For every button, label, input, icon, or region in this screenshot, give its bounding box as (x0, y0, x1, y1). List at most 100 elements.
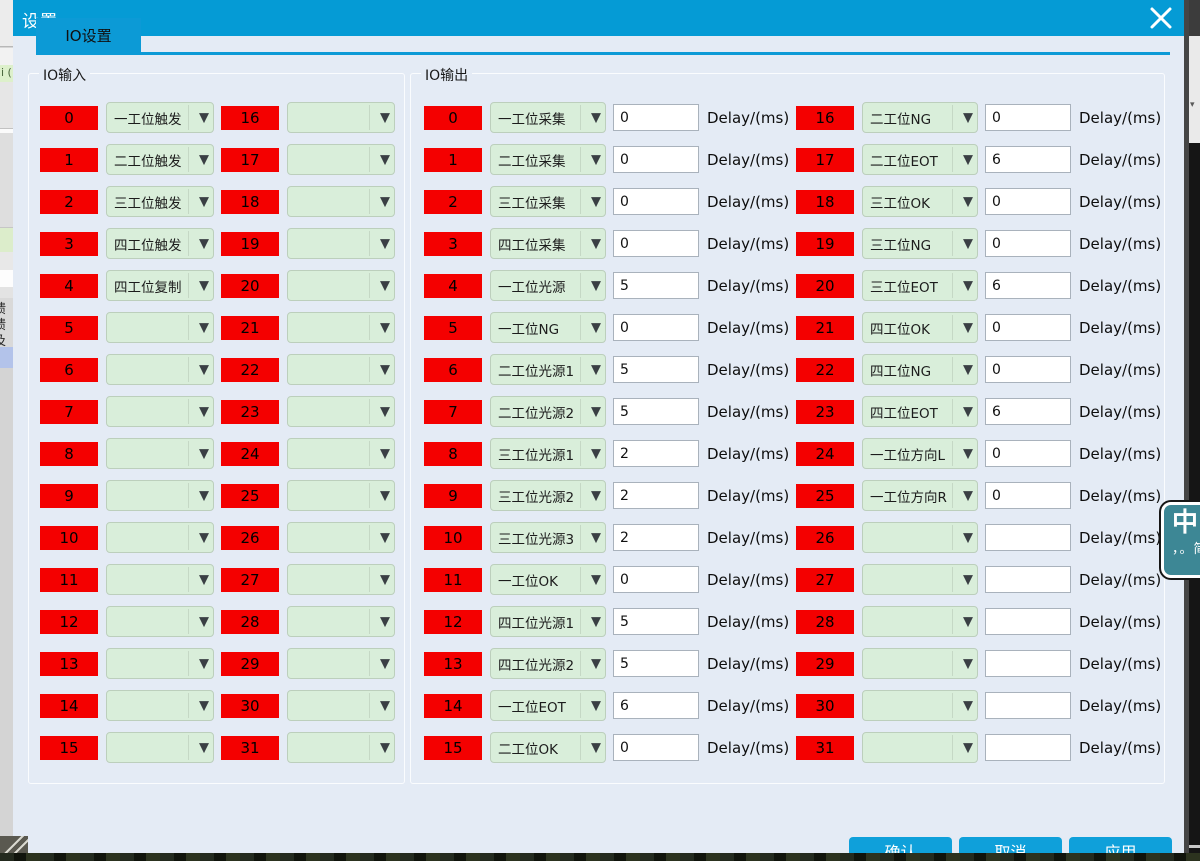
delay-input[interactable] (985, 482, 1071, 509)
delay-input[interactable] (985, 272, 1071, 299)
signal-select[interactable]: 二工位光源1▼ (490, 354, 606, 385)
signal-select[interactable]: 一工位触发▼ (106, 102, 214, 133)
delay-input[interactable] (985, 608, 1071, 635)
signal-select[interactable]: ▼ (862, 606, 978, 637)
delay-input[interactable] (985, 692, 1071, 719)
delay-input[interactable] (613, 692, 699, 719)
delay-input[interactable] (985, 566, 1071, 593)
delay-input[interactable] (613, 188, 699, 215)
signal-select[interactable]: 一工位光源▼ (490, 270, 606, 301)
bg-scrollbar[interactable]: ▾ (1189, 36, 1200, 143)
signal-select[interactable]: ▼ (106, 522, 214, 553)
signal-select[interactable]: ▼ (106, 690, 214, 721)
signal-select[interactable]: 二工位光源2▼ (490, 396, 606, 427)
signal-select[interactable]: 二工位OK▼ (490, 732, 606, 763)
signal-select[interactable]: ▼ (287, 606, 395, 637)
signal-select[interactable]: 三工位光源3▼ (490, 522, 606, 553)
signal-select[interactable]: ▼ (287, 186, 395, 217)
signal-select[interactable]: 三工位EOT▼ (862, 270, 978, 301)
signal-select[interactable]: ▼ (106, 354, 214, 385)
signal-select[interactable]: ▼ (862, 648, 978, 679)
apply-button[interactable]: 应用 (1069, 837, 1172, 853)
signal-select[interactable]: ▼ (287, 438, 395, 469)
signal-select[interactable]: 二工位采集▼ (490, 144, 606, 175)
signal-select[interactable]: 四工位光源2▼ (490, 648, 606, 679)
ime-indicator[interactable]: 中 ，。简 (1161, 502, 1200, 578)
signal-select[interactable]: ▼ (287, 648, 395, 679)
delay-input[interactable] (613, 272, 699, 299)
signal-select[interactable]: ▼ (106, 480, 214, 511)
delay-input[interactable] (613, 398, 699, 425)
signal-select[interactable]: 二工位触发▼ (106, 144, 214, 175)
signal-select[interactable]: ▼ (287, 354, 395, 385)
signal-select[interactable]: ▼ (287, 312, 395, 343)
delay-input[interactable] (985, 650, 1071, 677)
signal-select[interactable]: 一工位方向L▼ (862, 438, 978, 469)
signal-select[interactable]: ▼ (106, 732, 214, 763)
signal-select[interactable]: 四工位光源1▼ (490, 606, 606, 637)
delay-input[interactable] (613, 566, 699, 593)
delay-input[interactable] (985, 314, 1071, 341)
signal-select[interactable]: 四工位EOT▼ (862, 396, 978, 427)
delay-input[interactable] (613, 482, 699, 509)
confirm-button[interactable]: 确认 (849, 837, 952, 853)
delay-input[interactable] (613, 104, 699, 131)
signal-select[interactable]: 三工位OK▼ (862, 186, 978, 217)
signal-select[interactable]: ▼ (287, 732, 395, 763)
signal-select[interactable]: 一工位方向R▼ (862, 480, 978, 511)
signal-select[interactable]: ▼ (106, 648, 214, 679)
signal-select[interactable]: 四工位触发▼ (106, 228, 214, 259)
close-icon[interactable] (1146, 3, 1176, 33)
delay-input[interactable] (613, 230, 699, 257)
scrollbar-arrow-icon[interactable]: ▾ (1190, 100, 1195, 110)
delay-input[interactable] (613, 314, 699, 341)
signal-select[interactable]: ▼ (862, 564, 978, 595)
delay-input[interactable] (613, 356, 699, 383)
signal-select[interactable]: ▼ (287, 270, 395, 301)
dialog-titlebar[interactable]: 设置 (13, 0, 1184, 36)
delay-input[interactable] (613, 146, 699, 173)
signal-select[interactable]: ▼ (287, 102, 395, 133)
delay-input[interactable] (985, 146, 1071, 173)
delay-input[interactable] (613, 650, 699, 677)
signal-select[interactable]: 三工位NG▼ (862, 228, 978, 259)
signal-select[interactable]: ▼ (287, 564, 395, 595)
signal-select[interactable]: ▼ (862, 690, 978, 721)
signal-select[interactable]: ▼ (106, 396, 214, 427)
delay-input[interactable] (613, 734, 699, 761)
signal-select[interactable]: ▼ (287, 522, 395, 553)
signal-select[interactable]: 四工位复制▼ (106, 270, 214, 301)
signal-select[interactable]: 四工位OK▼ (862, 312, 978, 343)
delay-input[interactable] (985, 104, 1071, 131)
signal-select[interactable]: ▼ (287, 144, 395, 175)
tab-io-settings[interactable]: IO设置 (36, 18, 141, 52)
signal-select[interactable]: 一工位NG▼ (490, 312, 606, 343)
delay-input[interactable] (985, 230, 1071, 257)
cancel-button[interactable]: 取消 (959, 837, 1062, 853)
delay-input[interactable] (613, 608, 699, 635)
delay-input[interactable] (985, 734, 1071, 761)
signal-select[interactable]: ▼ (287, 480, 395, 511)
signal-select[interactable]: 三工位采集▼ (490, 186, 606, 217)
delay-input[interactable] (613, 524, 699, 551)
signal-select[interactable]: ▼ (106, 564, 214, 595)
signal-select[interactable]: ▼ (106, 438, 214, 469)
delay-input[interactable] (985, 440, 1071, 467)
delay-input[interactable] (985, 524, 1071, 551)
signal-select[interactable]: 一工位OK▼ (490, 564, 606, 595)
delay-input[interactable] (985, 356, 1071, 383)
signal-select[interactable]: ▼ (862, 732, 978, 763)
delay-input[interactable] (985, 188, 1071, 215)
signal-select[interactable]: ▼ (287, 396, 395, 427)
signal-select[interactable]: ▼ (287, 690, 395, 721)
signal-select[interactable]: 三工位光源2▼ (490, 480, 606, 511)
signal-select[interactable]: 四工位采集▼ (490, 228, 606, 259)
delay-input[interactable] (985, 398, 1071, 425)
delay-input[interactable] (613, 440, 699, 467)
signal-select[interactable]: ▼ (106, 606, 214, 637)
signal-select[interactable]: 三工位光源1▼ (490, 438, 606, 469)
signal-select[interactable]: 四工位NG▼ (862, 354, 978, 385)
signal-select[interactable]: ▼ (862, 522, 978, 553)
signal-select[interactable]: 二工位EOT▼ (862, 144, 978, 175)
signal-select[interactable]: 一工位采集▼ (490, 102, 606, 133)
